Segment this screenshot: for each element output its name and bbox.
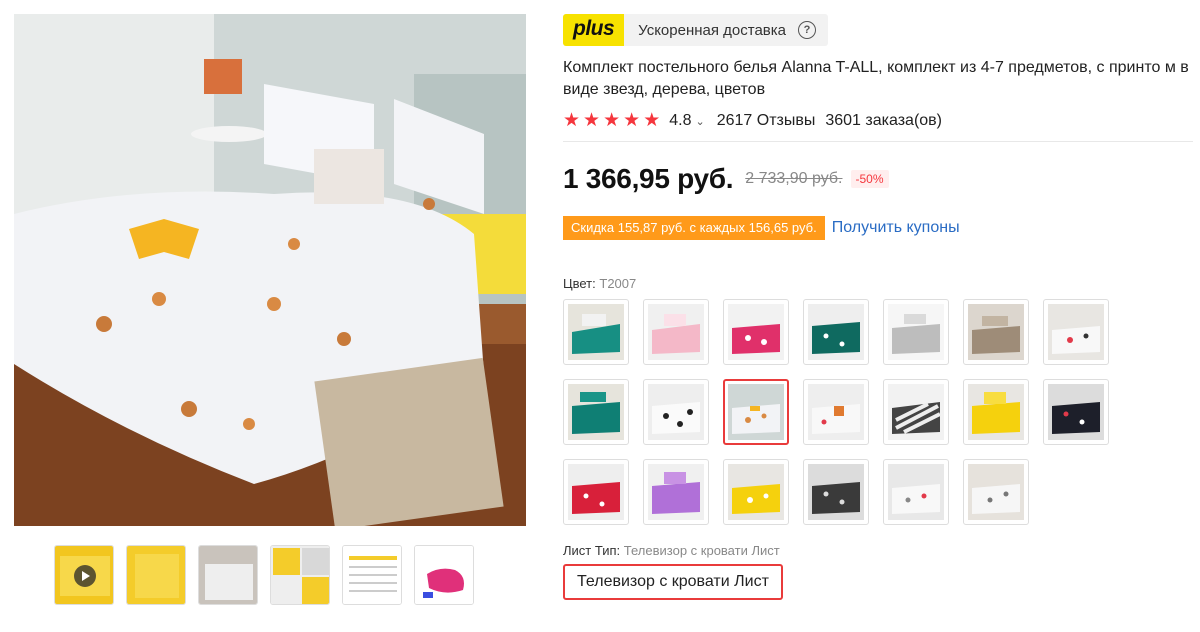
chevron-down-icon[interactable]: ⌄: [695, 115, 704, 128]
star-icon: ★: [643, 110, 661, 131]
delivery-text: Ускоренная доставка: [638, 21, 786, 39]
star-rating: ★ ★ ★ ★ ★: [563, 111, 660, 131]
color-swatch-selected[interactable]: [723, 379, 789, 445]
product-info: plus Ускоренная доставка ? Комплект пост…: [563, 14, 1193, 600]
color-swatch[interactable]: [563, 379, 629, 445]
play-icon: [74, 565, 96, 587]
color-swatch[interactable]: [803, 379, 869, 445]
divider: [563, 141, 1193, 142]
question-circle-icon[interactable]: ?: [798, 21, 816, 39]
plus-delivery-banner[interactable]: plus Ускоренная доставка ?: [563, 14, 828, 46]
color-swatch[interactable]: [883, 379, 949, 445]
star-icon: ★: [563, 110, 581, 131]
coupon-badge: Скидка 155,87 руб. с каждых 156,65 руб.: [563, 216, 825, 240]
color-swatch[interactable]: [963, 459, 1029, 525]
rating-row: ★ ★ ★ ★ ★ 4.8 ⌄ 2617 Отзывы 3601 заказа(…: [563, 111, 1193, 131]
plus-badge: plus: [563, 14, 625, 46]
color-swatch[interactable]: [563, 459, 629, 525]
color-swatch[interactable]: [723, 459, 789, 525]
current-price: 1 366,95 руб.: [563, 163, 734, 194]
main-product-image[interactable]: [14, 14, 526, 526]
thumbnail-image[interactable]: [198, 545, 258, 605]
thumbnail-map[interactable]: [414, 545, 474, 605]
price-row: 1 366,95 руб. 2 733,90 руб. -50%: [563, 163, 1193, 195]
star-icon: ★: [623, 110, 641, 131]
thumbnail-strip: [54, 545, 474, 605]
thumbnail-image[interactable]: [270, 545, 330, 605]
get-coupons-link[interactable]: Получить купоны: [832, 219, 960, 237]
color-label-text: Цвет:: [563, 276, 596, 291]
thumbnail-image[interactable]: [126, 545, 186, 605]
color-value: T2007: [599, 276, 637, 291]
thumbnail-size-chart[interactable]: [342, 545, 402, 605]
sheet-type-label-text: Лист Тип:: [563, 543, 621, 558]
sheet-type-option-selected[interactable]: Телевизор с кровати Лист: [563, 564, 783, 600]
sheet-type-label: Лист Тип: Телевизор с кровати Лист: [563, 543, 1193, 558]
color-swatch[interactable]: [963, 299, 1029, 365]
color-swatch[interactable]: [563, 299, 629, 365]
color-swatch[interactable]: [883, 459, 949, 525]
color-swatch[interactable]: [643, 459, 709, 525]
coupon-row: Скидка 155,87 руб. с каждых 156,65 руб. …: [563, 216, 1193, 240]
color-swatch[interactable]: [1043, 379, 1109, 445]
color-swatch[interactable]: [643, 379, 709, 445]
color-swatches: [563, 299, 1193, 525]
color-swatch[interactable]: [723, 299, 789, 365]
rating-value[interactable]: 4.8: [669, 112, 691, 130]
color-swatch[interactable]: [1043, 299, 1109, 365]
orders-count: 3601 заказа(ов): [825, 112, 942, 129]
star-icon: ★: [583, 110, 601, 131]
thumbnail-video[interactable]: [54, 545, 114, 605]
color-swatch[interactable]: [883, 299, 949, 365]
star-icon: ★: [603, 110, 621, 131]
discount-badge: -50%: [850, 170, 889, 188]
sheet-type-value: Телевизор с кровати Лист: [623, 543, 780, 558]
reviews-count[interactable]: 2617 Отзывы: [717, 112, 816, 130]
color-swatch[interactable]: [963, 379, 1029, 445]
color-label: Цвет: T2007: [563, 276, 1193, 291]
color-swatch[interactable]: [803, 299, 869, 365]
color-swatch[interactable]: [643, 299, 709, 365]
old-price: 2 733,90 руб.: [745, 170, 843, 187]
color-swatch[interactable]: [803, 459, 869, 525]
product-title: Комплект постельного белья Alanna T-ALL,…: [563, 59, 1189, 98]
